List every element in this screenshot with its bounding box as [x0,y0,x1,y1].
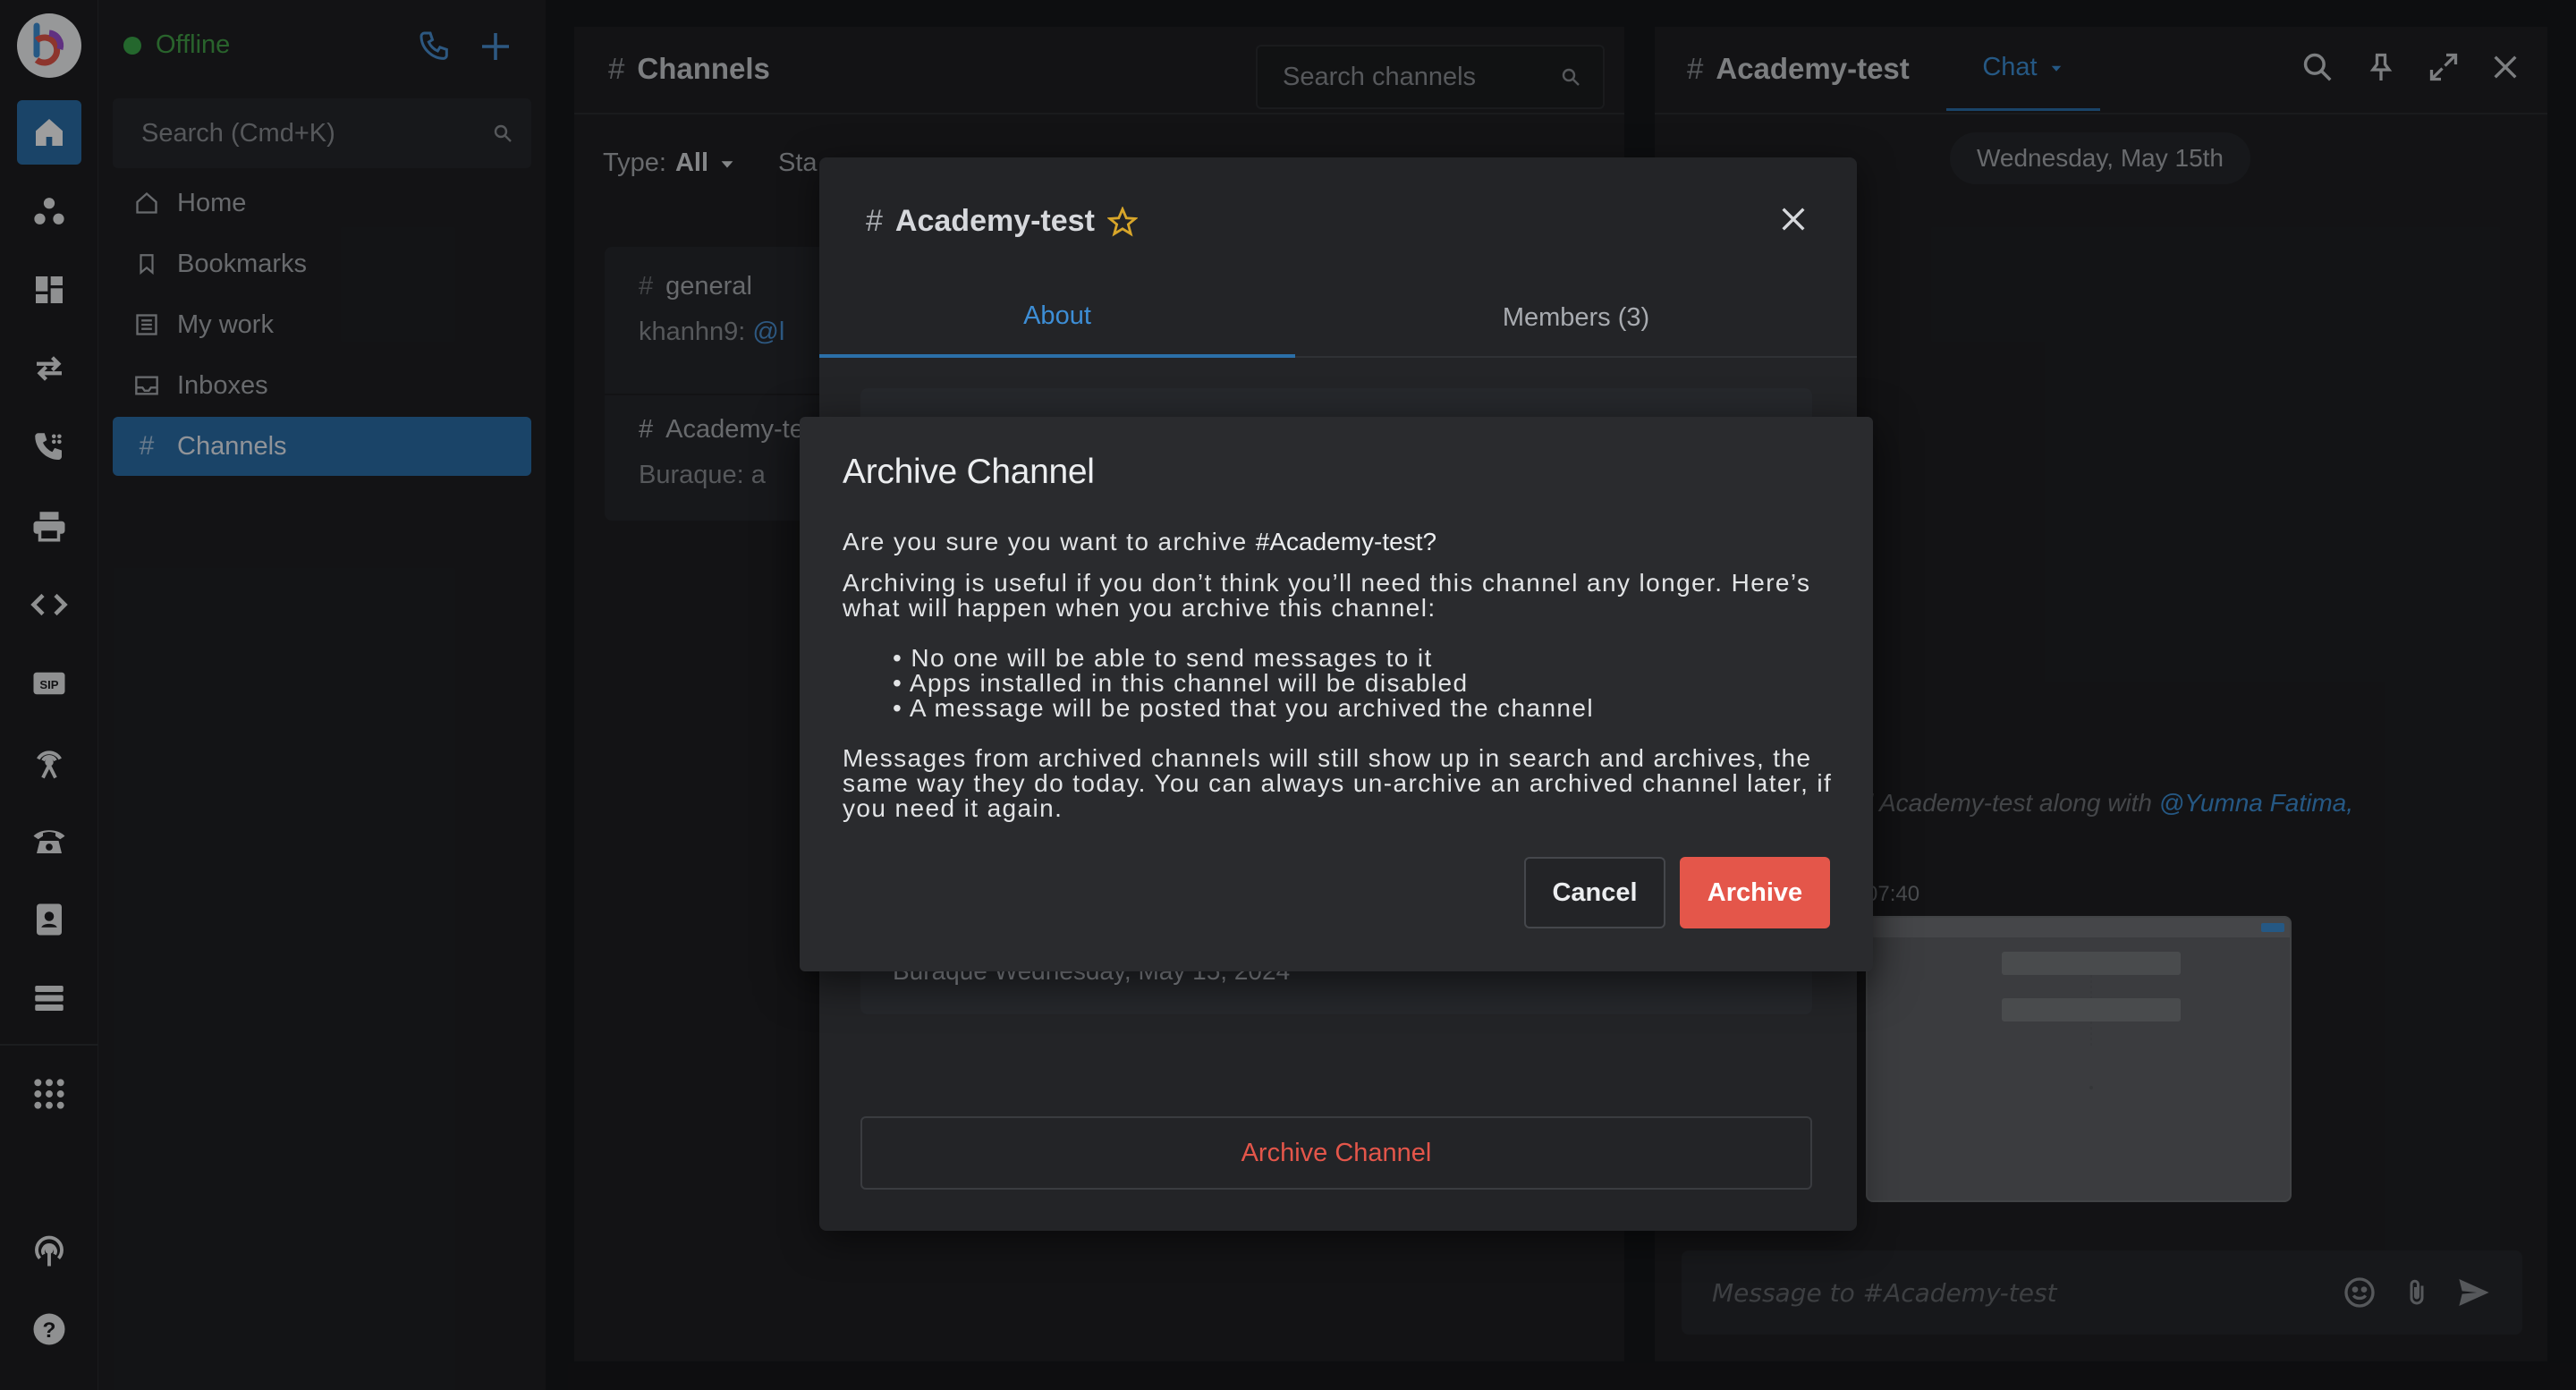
list-item: No one will be able to send messages to … [893,646,1844,671]
cancel-button[interactable]: Cancel [1524,857,1665,928]
archive-confirm-dialog: Archive Channel Are you sure you want to… [800,417,1873,971]
consequence-list: No one will be able to send messages to … [893,646,1844,721]
star-icon[interactable] [1106,206,1138,237]
channel-details-title-text: Academy-test [894,204,1095,238]
channel-details-tabs: About Members (3) [819,277,1857,358]
archive-intro: Archiving is useful if you don’t think y… [843,569,1811,622]
tab-members[interactable]: Members (3) [1295,277,1857,358]
close-icon[interactable] [1778,204,1809,234]
archive-channel-button[interactable]: Archive Channel [860,1116,1812,1190]
archive-footer: Messages from archived channels will sti… [843,744,1833,822]
list-item: A message will be posted that you archiv… [893,696,1844,721]
channel-details-title: # Academy-test [866,204,1138,239]
dialog-actions: Cancel Archive [1524,857,1830,928]
tab-about[interactable]: About [819,277,1295,358]
hash-icon: # [866,204,883,238]
list-item: Apps installed in this channel will be d… [893,671,1844,696]
dialog-body: Are you sure you want to archive #Academ… [843,530,1844,821]
confirm-question: Are you sure you want to archive #Academ… [843,530,1844,555]
channel-reference: #Academy-test? [1255,528,1437,555]
confirm-question-text: Are you sure you want to archive [843,528,1256,555]
archive-button[interactable]: Archive [1680,857,1830,928]
dialog-title: Archive Channel [843,453,1095,491]
